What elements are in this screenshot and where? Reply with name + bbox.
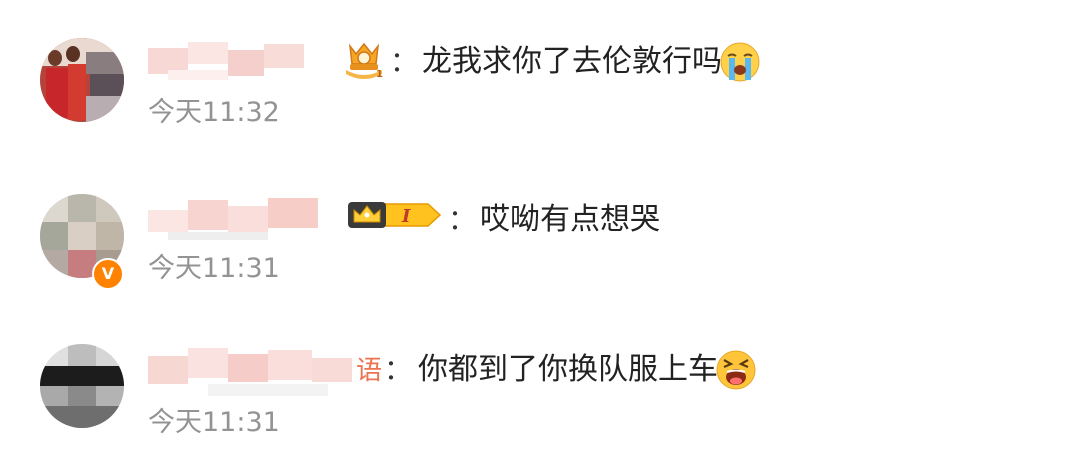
comment-item: 语 ： 你都到了你换队服上车 今天11:31 xyxy=(0,344,1080,464)
colon: ： xyxy=(390,45,419,78)
comment-text: 哎呦有点想哭 xyxy=(480,202,660,237)
colon: ： xyxy=(384,353,413,386)
username-blurred[interactable] xyxy=(148,346,358,396)
comment-text: 你都到了你换队服上车 xyxy=(418,352,718,387)
screaming-crying-face-emoji xyxy=(716,350,756,390)
username-suffix: 语 xyxy=(356,356,383,386)
comment-time: 今天11:32 xyxy=(148,97,280,128)
comment-text: 龙我求你了去伦敦行吗 xyxy=(422,44,722,79)
comment-time: 今天11:31 xyxy=(148,253,280,284)
comment-item: V I ： 哎呦有点想哭 今天11:31 xyxy=(0,194,1080,314)
username-blurred[interactable] xyxy=(148,40,318,84)
trophy-1-badge[interactable]: 1 xyxy=(340,40,388,80)
svg-text:1: 1 xyxy=(376,69,383,80)
username-blurred[interactable] xyxy=(148,196,338,240)
verified-badge: V xyxy=(92,258,124,290)
avatar[interactable] xyxy=(40,344,124,428)
comment-time: 今天11:31 xyxy=(148,407,280,438)
colon: ： xyxy=(448,203,477,236)
avatar[interactable] xyxy=(40,38,124,122)
comment-item: 1 ： 龙我求你了去伦敦行吗 今天11:32 xyxy=(0,38,1080,158)
crown-level-i-badge[interactable]: I xyxy=(346,198,442,232)
crying-face-emoji xyxy=(720,42,760,82)
svg-text:I: I xyxy=(401,206,411,227)
